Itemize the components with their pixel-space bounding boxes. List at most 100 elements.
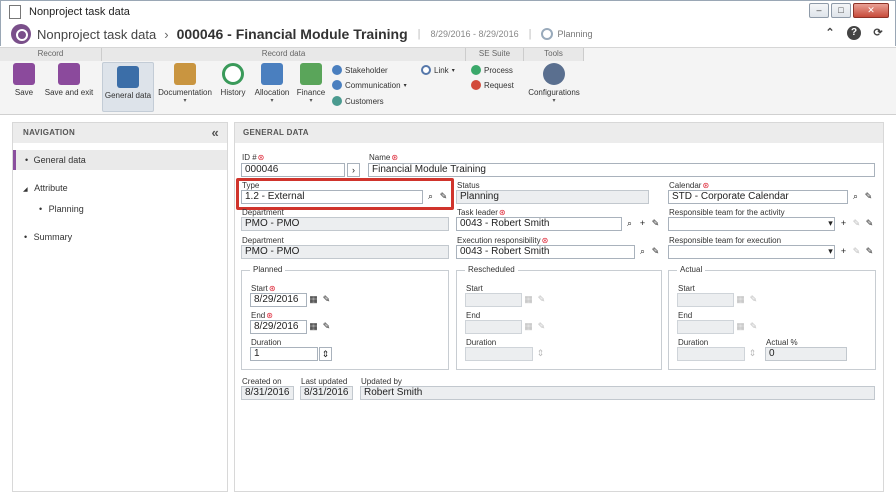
calendar-search-icon[interactable]: ⌕ xyxy=(849,190,862,204)
general-data-header: GENERAL DATA xyxy=(235,123,883,143)
name-label: Name⊛ xyxy=(369,153,399,162)
collapse-panel-icon[interactable]: « xyxy=(211,123,219,143)
navigation-panel: NAVIGATION « • General data ◢ Attribute … xyxy=(12,122,228,492)
responsible-team-execution-select[interactable] xyxy=(668,245,835,259)
history-button[interactable]: History xyxy=(218,63,248,97)
name-field[interactable]: Financial Module Training xyxy=(368,163,875,177)
task-leader-add-icon[interactable]: + xyxy=(636,217,649,231)
communication-button[interactable]: Communication ▾ xyxy=(332,80,407,90)
calendar-label: Calendar⊛ xyxy=(669,181,710,190)
actual-end-field xyxy=(677,320,734,334)
rescheduled-end-field xyxy=(465,320,522,334)
maximize-button[interactable]: □ xyxy=(831,3,851,18)
general-data-button[interactable]: General data xyxy=(102,62,154,112)
department-label: Department xyxy=(242,208,284,217)
allocation-people-icon xyxy=(261,63,283,85)
refresh-icon[interactable]: ⟳ xyxy=(871,26,885,40)
id-label: ID #⊛ xyxy=(242,153,265,162)
responsible-team-execution-edit-icon[interactable]: ✎ xyxy=(850,245,863,259)
ribbon-group-record: Record xyxy=(0,48,102,61)
save-button[interactable]: Save xyxy=(10,63,38,97)
calendar-clear-icon[interactable]: ✎ xyxy=(862,190,875,204)
planned-duration-field[interactable]: 1 xyxy=(250,347,318,361)
save-and-exit-button[interactable]: Save and exit xyxy=(44,63,94,97)
actual-start-calendar-icon: ▦ xyxy=(736,294,745,304)
planned-start-field[interactable]: 8/29/2016 xyxy=(250,293,307,307)
planned-end-field[interactable]: 8/29/2016 xyxy=(250,320,307,334)
actual-duration-field xyxy=(677,347,745,361)
updated-by-label: Updated by xyxy=(361,377,402,386)
planned-start-clear-icon[interactable]: ✎ xyxy=(320,293,333,307)
created-on-field: 8/31/2016 xyxy=(241,386,294,400)
window-document-icon xyxy=(9,4,21,19)
execution-responsibility-clear-icon[interactable]: ✎ xyxy=(649,245,662,259)
id-field[interactable]: 000046 xyxy=(241,163,345,177)
status-icon xyxy=(541,28,554,40)
actual-duration-spinner: ⇕ xyxy=(748,348,757,358)
documentation-button[interactable]: Documentation ▾ xyxy=(158,63,212,104)
responsible-team-activity-edit-icon[interactable]: ✎ xyxy=(850,217,863,231)
customers-icon xyxy=(332,96,342,106)
actual-end-clear-icon: ✎ xyxy=(749,321,758,331)
task-leader-clear-icon[interactable]: ✎ xyxy=(649,217,662,231)
nav-item-general-data[interactable]: • General data xyxy=(13,150,227,170)
rescheduled-duration-spinner: ⇕ xyxy=(536,348,545,358)
execution-responsibility-label: Execution responsibility⊛ xyxy=(457,236,549,245)
close-button[interactable]: ✕ xyxy=(853,3,889,18)
rescheduled-duration-label: Duration xyxy=(466,338,497,347)
responsible-team-activity-dropdown-icon[interactable]: ▾ xyxy=(824,217,837,231)
planned-end-clear-icon[interactable]: ✎ xyxy=(320,320,333,334)
stakeholder-button[interactable]: Stakeholder xyxy=(332,65,388,75)
nav-item-attribute[interactable]: ◢ Attribute xyxy=(23,183,68,193)
actual-start-clear-icon: ✎ xyxy=(749,294,758,304)
save-exit-icon xyxy=(58,63,80,85)
window-titlebar: Nonproject task data – □ ✕ xyxy=(0,0,896,22)
responsible-team-activity-select[interactable] xyxy=(668,217,835,231)
task-leader-field[interactable]: 0043 - Robert Smith xyxy=(456,217,622,231)
minimize-button[interactable]: – xyxy=(809,3,829,18)
last-updated-label: Last updated xyxy=(301,377,348,386)
nav-item-summary[interactable]: • Summary xyxy=(24,232,72,242)
configurations-button[interactable]: Configurations ▾ xyxy=(528,63,580,104)
ribbon-group-se-suite: SE Suite xyxy=(466,48,524,61)
rescheduled-start-field xyxy=(465,293,522,307)
execution-responsibility-field[interactable]: 0043 - Robert Smith xyxy=(456,245,635,259)
rescheduled-end-label: End xyxy=(466,311,481,320)
customers-button[interactable]: Customers xyxy=(332,96,384,106)
responsible-team-activity-clear-icon[interactable]: ✎ xyxy=(863,217,876,231)
execution-responsibility-search-icon[interactable]: ⌕ xyxy=(636,245,649,259)
collapse-up-icon[interactable]: ⌃ xyxy=(823,26,837,40)
responsible-team-execution-dropdown-icon[interactable]: ▾ xyxy=(824,245,837,259)
process-button[interactable]: Process xyxy=(471,65,513,75)
updated-by-field: Robert Smith xyxy=(360,386,875,400)
responsible-team-activity-add-icon[interactable]: + xyxy=(837,217,850,231)
expander-icon[interactable]: ◢ xyxy=(23,187,28,193)
calendar-field[interactable]: STD - Corporate Calendar xyxy=(668,190,848,204)
breadcrumb-root[interactable]: Nonproject task data xyxy=(37,27,156,42)
id-arrow-button[interactable]: › xyxy=(347,163,360,177)
finance-button[interactable]: Finance ▾ xyxy=(295,63,327,104)
department-field-2: PMO - PMO xyxy=(241,245,449,259)
responsible-team-execution-add-icon[interactable]: + xyxy=(837,245,850,259)
planned-duration-spinner[interactable]: ⇕ xyxy=(319,347,332,361)
task-leader-label: Task leader⊛ xyxy=(457,208,506,217)
header-divider: | xyxy=(417,28,421,40)
link-icon xyxy=(421,65,431,75)
department-field: PMO - PMO xyxy=(241,217,449,231)
planned-start-calendar-icon[interactable]: ▦ xyxy=(307,293,320,307)
allocation-button[interactable]: Allocation ▾ xyxy=(254,63,290,104)
responsible-team-execution-clear-icon[interactable]: ✎ xyxy=(863,245,876,259)
nav-item-planning[interactable]: • Planning xyxy=(39,204,84,214)
request-button[interactable]: Request xyxy=(471,80,514,90)
header-divider: | xyxy=(528,28,532,40)
planned-end-calendar-icon[interactable]: ▦ xyxy=(307,320,320,334)
help-icon[interactable]: ? xyxy=(847,26,861,40)
record-dates: 8/29/2016 - 8/29/2016 xyxy=(430,29,519,39)
documentation-icon xyxy=(174,63,196,85)
task-leader-search-icon[interactable]: ⌕ xyxy=(623,217,636,231)
link-button[interactable]: Link ▾ xyxy=(421,65,455,75)
app-header: Nonproject task data › 000046 - Financia… xyxy=(0,22,896,46)
ribbon-group-record-data: Record data xyxy=(102,48,466,61)
rescheduled-start-label: Start xyxy=(466,284,483,293)
department-label-2: Department xyxy=(242,236,284,245)
